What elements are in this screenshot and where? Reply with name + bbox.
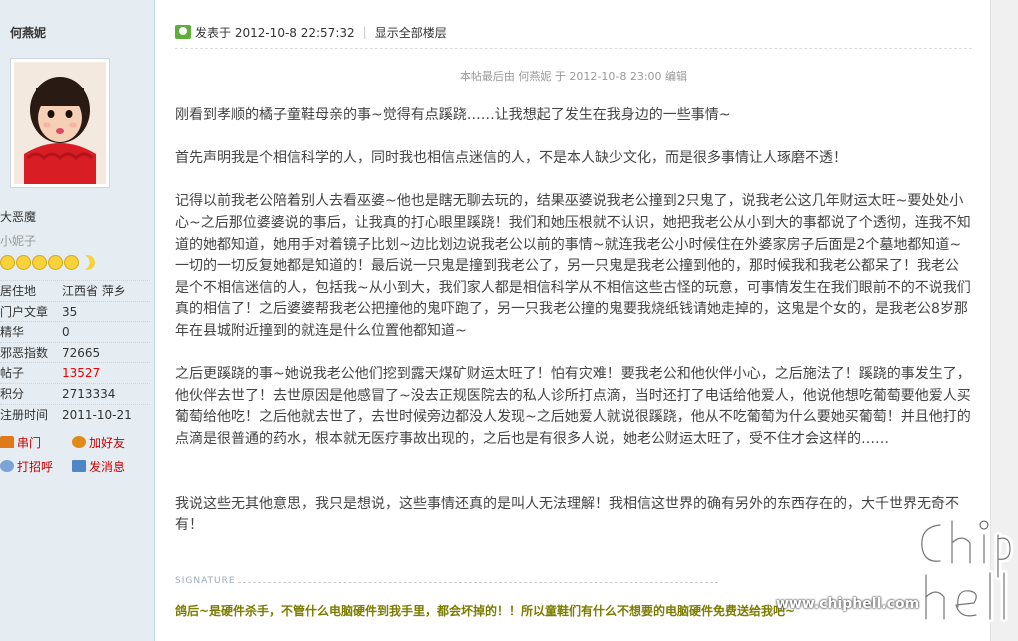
stat-key: 邪恶指数	[0, 345, 49, 360]
stat-key: 居住地	[0, 284, 37, 298]
greet-button[interactable]: 打招呼	[0, 458, 72, 475]
send-message-label: 发消息	[89, 459, 126, 474]
post-content: 发表于 2012-10-8 22:57:32 | 显示全部楼层 本帖最后由 何燕…	[175, 0, 972, 641]
sun-icon	[64, 255, 79, 270]
stat-row: 居住地 江西省 萍乡	[0, 280, 150, 301]
rank-stars	[0, 255, 95, 270]
visit-home-label: 串门	[17, 435, 42, 450]
home-icon	[0, 436, 14, 448]
watermark-url: www.chiphell.com	[776, 596, 920, 612]
stat-key: 积分	[0, 386, 25, 401]
post-paragraph: 之后更蹊跷的事~她说我老公他们挖到露天煤矿财运太旺了！怕有灾难！要我老公和他伙伴…	[175, 366, 971, 447]
sun-icon	[0, 255, 15, 270]
author-name-link[interactable]: 何燕妮	[10, 24, 46, 41]
author-sidebar: 何燕妮 大恶魔 小妮子 居住地 江西省 萍乡 门户文章 35 精华 0 邪恶指数…	[0, 0, 155, 641]
stat-key: 注册时间	[0, 407, 49, 422]
stat-value[interactable]: 0	[62, 322, 70, 342]
stat-row: 帖子 13527	[0, 362, 150, 383]
stat-value: 2713334	[62, 386, 116, 401]
stat-row: 注册时间 2011-10-21	[0, 403, 150, 425]
stat-row: 邪恶指数 72665	[0, 341, 150, 363]
post-meta: 发表于 2012-10-8 22:57:32 | 显示全部楼层	[175, 22, 972, 42]
stat-value: 2011-10-21	[62, 407, 132, 422]
stat-key: 门户文章	[0, 304, 49, 319]
sun-icon	[16, 255, 31, 270]
stat-value[interactable]: 13527	[62, 363, 100, 383]
moon-icon	[78, 253, 97, 272]
signature-divider	[238, 582, 718, 583]
post-timestamp: 发表于 2012-10-8 22:57:32	[195, 25, 355, 40]
stat-row: 门户文章 35	[0, 300, 150, 322]
stat-value: 72665	[62, 345, 101, 360]
avatar[interactable]	[10, 58, 110, 188]
avatar-image	[14, 62, 106, 184]
post-paragraph: 我说这些无其他意思，我只是想说，这些事情还真的是叫人无法理解！我相信这世界的确有…	[175, 495, 959, 534]
mail-icon	[72, 460, 86, 472]
stat-value: 江西省 萍乡	[62, 284, 126, 298]
stat-key: 精华	[0, 325, 25, 340]
divider	[175, 48, 972, 49]
action-row: 串门 加好友	[0, 430, 150, 454]
greet-icon	[0, 460, 14, 472]
chiphell-logo-watermark	[918, 517, 1014, 623]
send-message-button[interactable]: 发消息	[72, 458, 144, 475]
signature-label: SIGNATURE	[175, 576, 236, 586]
online-status-icon	[175, 25, 191, 39]
add-friend-button[interactable]: 加好友	[72, 434, 144, 451]
add-friend-icon	[72, 436, 86, 448]
stat-row: 积分 2713334	[0, 382, 150, 404]
action-row: 打招呼 发消息	[0, 454, 150, 478]
stat-value[interactable]: 35	[62, 302, 77, 322]
edit-note: 本帖最后由 何燕妮 于 2012-10-8 23:00 编辑	[459, 70, 688, 83]
greet-label: 打招呼	[17, 459, 54, 474]
author-actions: 串门 加好友 打招呼 发消息	[0, 430, 150, 478]
stat-row: 精华 0	[0, 321, 150, 342]
stat-key: 帖子	[0, 366, 25, 381]
post-paragraph: 首先声明我是个相信科学的人，同时我也相信点迷信的人，不是本人缺少文化，而是很多事…	[175, 150, 847, 167]
post-paragraph: 记得以前我老公陪着别人去看巫婆~他也是瞎无聊去玩的，结果巫婆说我老公撞到2只鬼了…	[175, 193, 971, 339]
meta-divider: |	[362, 25, 367, 39]
post-body: 刚看到孝顺的橘子童鞋母亲的事~觉得有点蹊跷……让我想起了发生在我身边的一些事情~…	[175, 105, 972, 558]
user-group[interactable]: 大恶魔	[0, 208, 36, 225]
sun-icon	[32, 255, 47, 270]
post-paragraph: 刚看到孝顺的橘子童鞋母亲的事~觉得有点蹊跷……让我想起了发生在我身边的一些事情~	[175, 107, 731, 123]
visit-home-button[interactable]: 串门	[0, 434, 72, 451]
show-all-floors-link[interactable]: 显示全部楼层	[375, 24, 447, 41]
author-stats: 居住地 江西省 萍乡 门户文章 35 精华 0 邪恶指数 72665 帖子 13…	[0, 280, 150, 424]
add-friend-label: 加好友	[89, 435, 126, 450]
custom-title: 小妮子	[0, 234, 37, 248]
sun-icon	[48, 255, 63, 270]
